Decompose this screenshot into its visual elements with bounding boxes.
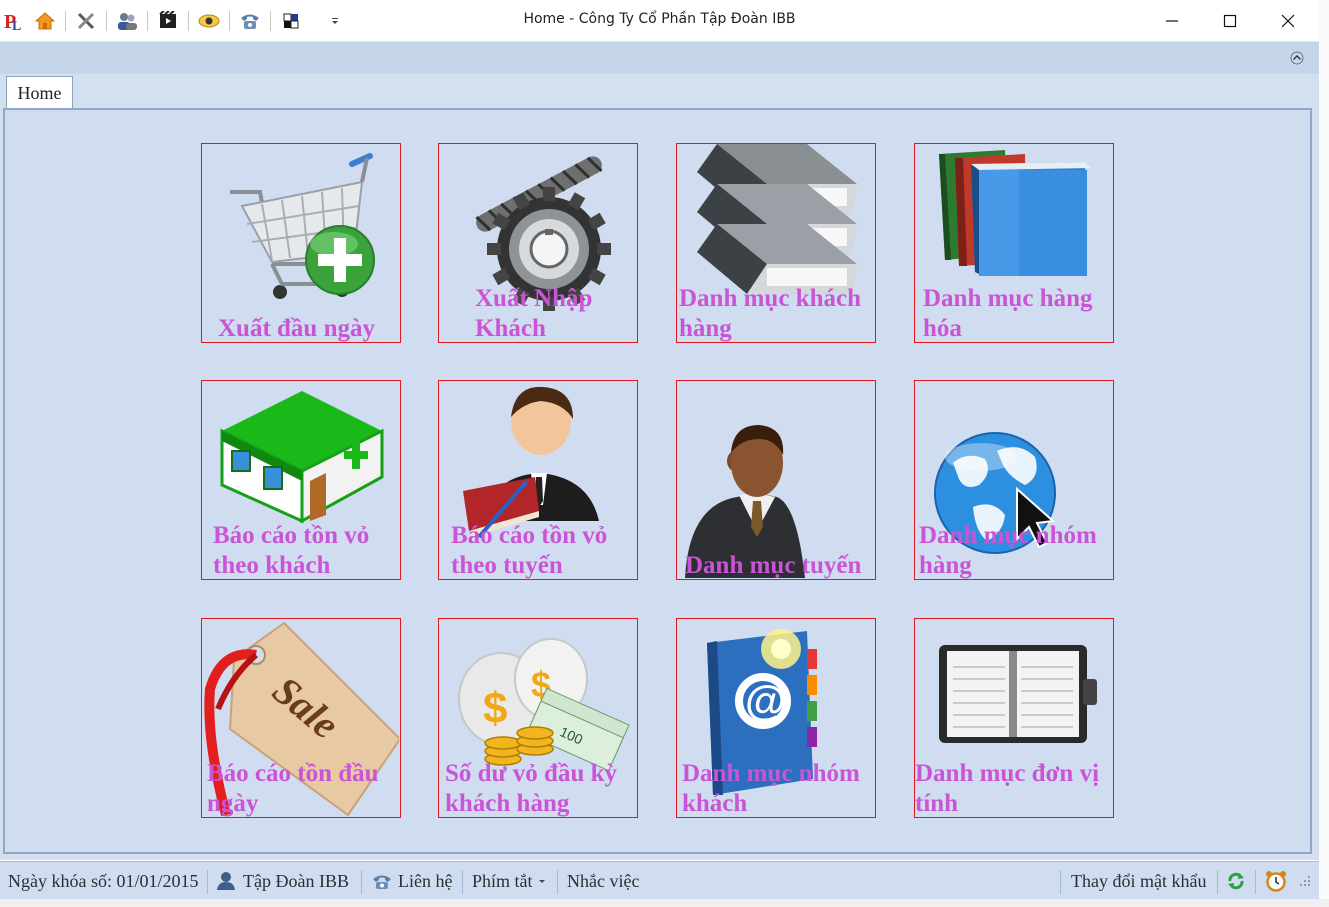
maximize-icon: [1223, 14, 1237, 28]
film-icon[interactable]: [153, 6, 183, 36]
toolbar-separator: [270, 11, 271, 31]
tile-so-du-vo-dau-ky[interactable]: $ $ 100 Số dư vỏ đầu kỳ khách hàng: [438, 618, 638, 818]
resize-grip-icon[interactable]: [1298, 862, 1312, 900]
company-button[interactable]: Tập Đoàn IBB: [216, 862, 349, 900]
chevron-down-icon: [538, 880, 545, 883]
lock-date-text: Ngày khóa số: 01/01/2015: [8, 870, 199, 891]
businessman-icon: [685, 425, 805, 578]
change-password-button[interactable]: Thay đổi mật khẩu: [1071, 862, 1206, 900]
ribbon-bar: [0, 42, 1319, 74]
status-separator: [1255, 870, 1256, 894]
shortcuts-dropdown[interactable]: Phím tắt: [472, 862, 547, 900]
shortcuts-label: Phím tắt: [472, 870, 533, 891]
company-label: Tập Đoàn IBB: [243, 870, 349, 891]
phone-icon[interactable]: [235, 6, 265, 36]
status-separator: [1060, 870, 1061, 894]
tile-danh-muc-nhom-khach[interactable]: @ Danh mục nhóm khách: [676, 618, 876, 818]
chevron-up-icon: [1290, 51, 1304, 65]
close-button[interactable]: [1259, 0, 1317, 42]
tile-label: Danh mục khách hàng: [679, 285, 861, 342]
tile-label: Danh mục hàng hóa: [923, 285, 1093, 342]
close-icon: [1281, 14, 1295, 28]
svg-text:$: $: [483, 684, 507, 733]
tile-label: Báo cáo tồn vỏ theo tuyến: [451, 522, 608, 579]
toolbar-separator: [147, 11, 148, 31]
reminders-button[interactable]: Nhắc việc: [567, 862, 639, 900]
tile-label: Báo cáo tồn đầu ngày: [207, 760, 379, 817]
title-bar: PL Home - Công Ty Cổ Phần Tập Đoàn IBB: [0, 0, 1319, 42]
customize-dropdown-icon[interactable]: [320, 6, 350, 36]
status-separator: [361, 870, 362, 894]
tab-home[interactable]: Home: [6, 76, 73, 109]
status-bar: Ngày khóa số: 01/01/2015 Tập Đoàn IBB Li…: [0, 861, 1319, 899]
status-separator: [207, 870, 208, 894]
shopping-cart-add-icon: [230, 153, 375, 299]
tile-bao-cao-ton-vo-theo-khach[interactable]: Báo cáo tồn vỏ theo khách: [201, 380, 401, 580]
alarm-button[interactable]: [1264, 862, 1288, 900]
tile-label: Số dư vỏ đầu kỳ khách hàng: [445, 760, 618, 817]
status-separator: [462, 870, 463, 894]
svg-text:L: L: [12, 19, 21, 32]
tile-xuat-dau-ngay[interactable]: Xuất đầu ngày: [201, 143, 401, 343]
tile-bao-cao-ton-dau-ngay[interactable]: Sale Báo cáo tồn đầu ngày: [201, 618, 401, 818]
minimize-button[interactable]: [1143, 0, 1201, 42]
window-bottom-edge: [0, 899, 1329, 907]
tools-icon[interactable]: [71, 6, 101, 36]
document-area: Home: [0, 74, 1319, 860]
ribbon-collapse-button[interactable]: [1289, 51, 1305, 65]
toolbar-separator: [229, 11, 230, 31]
tile-label: Danh mục nhóm hàng: [919, 522, 1097, 579]
tile-danh-muc-don-vi-tinh[interactable]: Danh mục đơn vị tính: [914, 618, 1114, 818]
tile-danh-muc-hang-hoa[interactable]: Danh mục hàng hóa: [914, 143, 1114, 343]
maximize-button[interactable]: [1201, 0, 1259, 42]
tile-label: Xuất Nhập Khách: [475, 285, 593, 342]
users-icon[interactable]: [112, 6, 142, 36]
toolbar-separator: [65, 11, 66, 31]
phone-icon: [373, 875, 391, 889]
tile-label: Xuất đầu ngày: [218, 315, 375, 342]
status-separator: [557, 870, 558, 894]
app-logo-icon[interactable]: PL: [0, 6, 30, 36]
home-icon[interactable]: [30, 6, 60, 36]
svg-text:@: @: [745, 677, 786, 724]
window-right-edge: [1319, 0, 1329, 899]
tile-danh-muc-khach-hang[interactable]: Danh mục khách hàng: [676, 143, 876, 343]
contact-button[interactable]: Liên hệ: [371, 862, 452, 900]
tile-label: Danh mục tuyến: [685, 552, 862, 579]
pattern-icon[interactable]: [276, 6, 306, 36]
contact-label: Liên hệ: [398, 870, 453, 891]
tile-xuat-nhap-khach[interactable]: Xuất Nhập Khách: [438, 143, 638, 343]
toolbar-separator: [106, 11, 107, 31]
tile-label: Danh mục nhóm khách: [682, 760, 860, 817]
minimize-icon: [1166, 20, 1178, 22]
eye-icon[interactable]: [194, 6, 224, 36]
quick-access-toolbar: PL: [0, 6, 350, 36]
alarm-clock-icon: [1266, 871, 1286, 892]
status-separator: [1217, 870, 1218, 894]
tile-danh-muc-tuyen[interactable]: Danh mục tuyến: [676, 380, 876, 580]
tile-label: Báo cáo tồn vỏ theo khách: [213, 522, 370, 579]
toolbar-separator: [188, 11, 189, 31]
tile-label: Danh mục đơn vị tính: [915, 760, 1100, 817]
refresh-button[interactable]: [1226, 862, 1246, 900]
user-icon: [217, 872, 235, 890]
refresh-icon: [1228, 872, 1244, 890]
tile-danh-muc-nhom-hang[interactable]: Danh mục nhóm hàng: [914, 380, 1114, 580]
home-panel: [3, 108, 1312, 854]
tile-bao-cao-ton-vo-theo-tuyen[interactable]: Báo cáo tồn vỏ theo tuyến: [438, 380, 638, 580]
